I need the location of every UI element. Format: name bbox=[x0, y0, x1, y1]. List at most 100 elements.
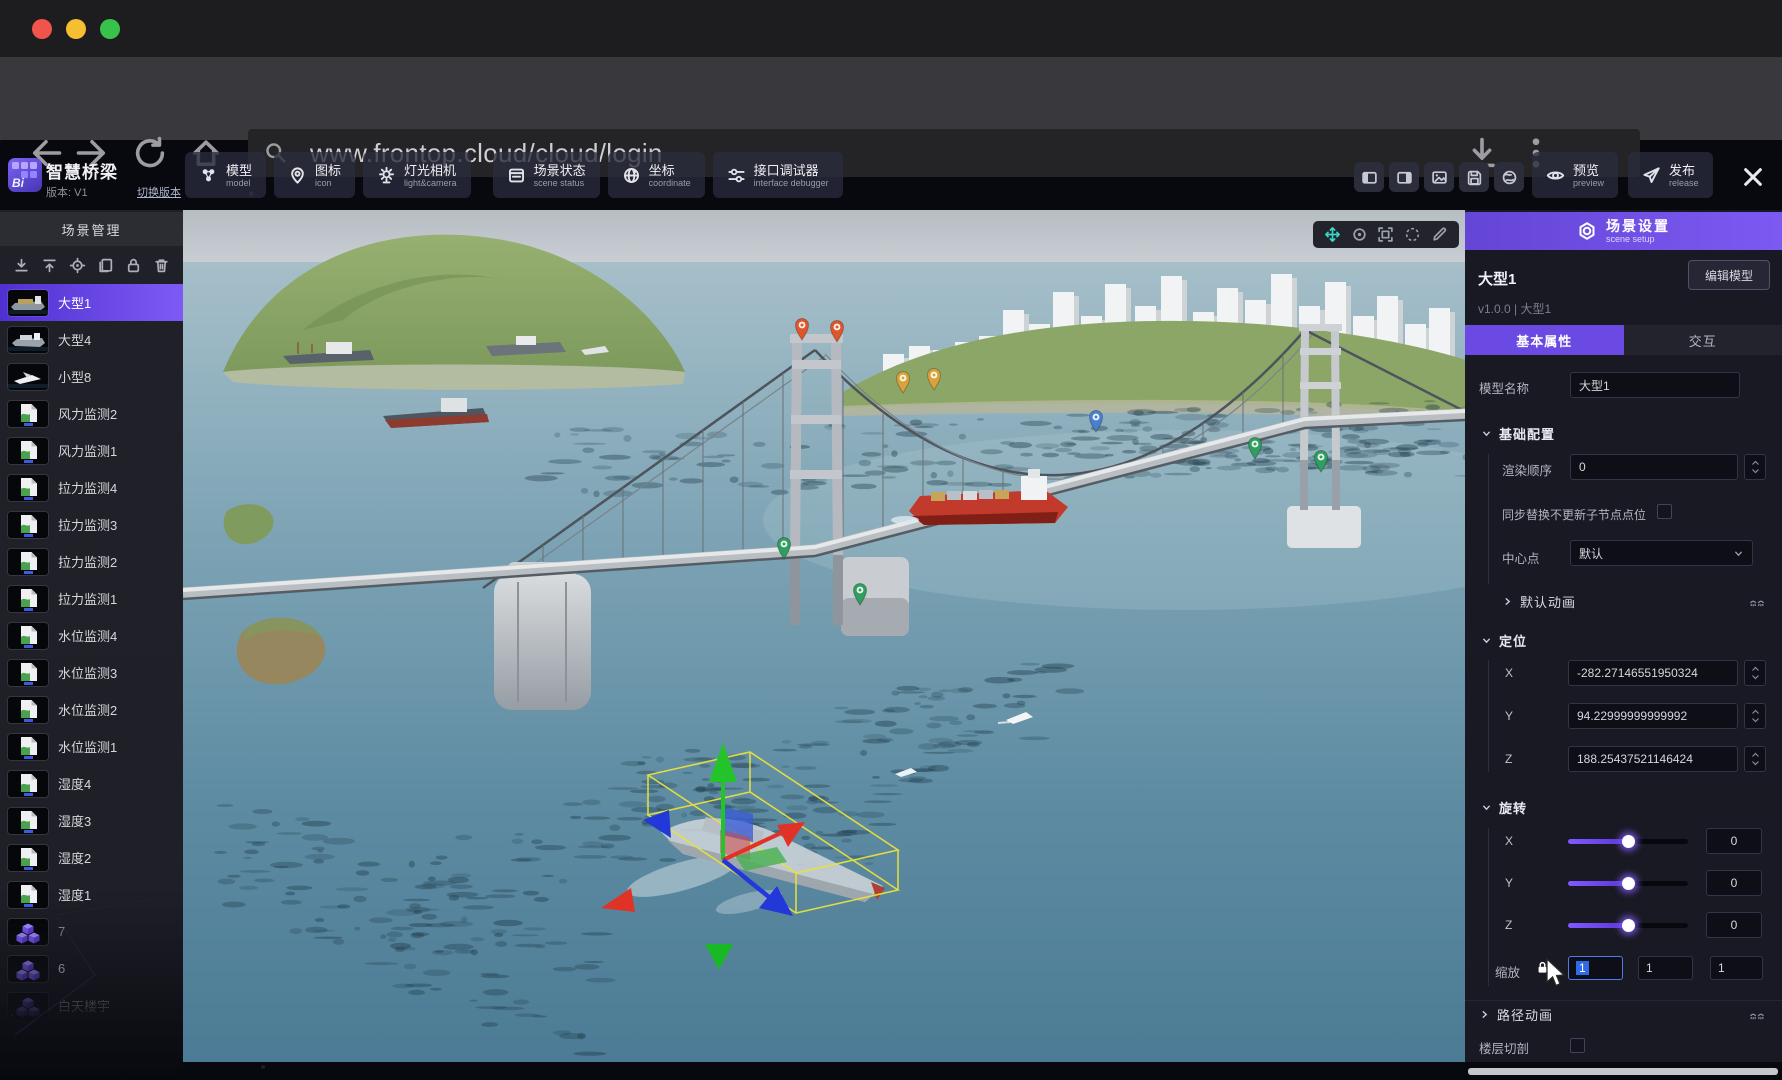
scene-item-8[interactable]: 拉力监测1 bbox=[0, 580, 183, 617]
switch-version-link[interactable]: 切换版本 bbox=[137, 184, 181, 200]
scale-input-1[interactable]: 1 bbox=[1638, 956, 1693, 980]
traffic-light-maximize[interactable] bbox=[100, 19, 120, 39]
scene-item-6[interactable]: 拉力监测3 bbox=[0, 506, 183, 543]
rotation-value-x[interactable]: 0 bbox=[1706, 828, 1762, 854]
position-axis-label-y: Y bbox=[1505, 709, 1513, 723]
light-camera-icon bbox=[377, 166, 396, 185]
position-input-y[interactable]: 94.22999999999992 bbox=[1568, 703, 1738, 729]
scene-item-thumbnail bbox=[8, 734, 48, 760]
sidebar-tool-locate[interactable] bbox=[69, 257, 86, 274]
section-position[interactable]: 定位 bbox=[1481, 631, 1527, 650]
rotation-slider-knob-z[interactable] bbox=[1622, 919, 1635, 932]
save-icon bbox=[1466, 169, 1483, 186]
scene-item-thumbnail bbox=[8, 882, 48, 908]
panel-left-icon bbox=[1361, 169, 1378, 186]
gizmo-tool-move[interactable] bbox=[1324, 226, 1341, 243]
position-input-z[interactable]: 188.25437521146424 bbox=[1568, 746, 1738, 772]
nav-button-scene-status[interactable]: 场景状态scene status bbox=[493, 152, 600, 198]
rotation-value-z[interactable]: 0 bbox=[1706, 912, 1762, 938]
gizmo-tool-rotate[interactable] bbox=[1351, 226, 1368, 243]
nav-label-zh: 坐标 bbox=[649, 163, 691, 178]
scene-manager-sidebar: 场景管理 大型1大型4小型8风力监测2风力监测1拉力监测4拉力监测3拉力监测2拉… bbox=[0, 210, 183, 1080]
save-button[interactable] bbox=[1459, 162, 1489, 192]
gizmo-tool-scale[interactable] bbox=[1377, 226, 1394, 243]
scene-item-4[interactable]: 风力监测1 bbox=[0, 432, 183, 469]
section-path-animation[interactable]: 路径动画 bbox=[1479, 1005, 1553, 1024]
position-stepper-z[interactable] bbox=[1744, 746, 1766, 772]
scene-item-15[interactable]: 湿度2 bbox=[0, 839, 183, 876]
edit-model-button[interactable]: 编辑模型 bbox=[1688, 260, 1770, 290]
gizmo-tool-brush[interactable] bbox=[1431, 226, 1448, 243]
section-default-animation[interactable]: 默认动画 bbox=[1502, 592, 1576, 611]
scene-item-thumbnail bbox=[8, 845, 48, 871]
scale-label: 缩放 bbox=[1495, 962, 1520, 981]
image-button[interactable] bbox=[1424, 162, 1454, 192]
rotation-slider-knob-x[interactable] bbox=[1622, 835, 1635, 848]
globe-button[interactable] bbox=[1494, 162, 1524, 192]
nav-button-light-camera[interactable]: 灯光相机light&camera bbox=[363, 152, 471, 198]
preview-button[interactable]: 预览preview bbox=[1532, 152, 1618, 198]
tab-interaction[interactable]: 交互 bbox=[1624, 325, 1782, 355]
nav-button-coordinate[interactable]: 坐标coordinate bbox=[608, 152, 705, 198]
close-editor-button[interactable] bbox=[1740, 164, 1766, 190]
floor-cut-checkbox[interactable] bbox=[1570, 1038, 1585, 1053]
scene-item-1[interactable]: 大型4 bbox=[0, 321, 183, 358]
center-point-label: 中心点 bbox=[1502, 548, 1540, 567]
nav-label-en: coordinate bbox=[649, 178, 691, 188]
scale-input-0[interactable]: 1 bbox=[1568, 956, 1623, 980]
panel-left-button[interactable] bbox=[1354, 162, 1384, 192]
sidebar-tool-export[interactable] bbox=[41, 257, 58, 274]
scale-input-2[interactable]: 1 bbox=[1710, 956, 1763, 980]
scene-item-9[interactable]: 水位监测4 bbox=[0, 617, 183, 654]
position-input-x[interactable]: -282.27146551950324 bbox=[1568, 660, 1738, 686]
scene-item-10[interactable]: 水位监测3 bbox=[0, 654, 183, 691]
scene-item-3[interactable]: 风力监测2 bbox=[0, 395, 183, 432]
browser-toolbar: www.frontop.cloud/cloud/login bbox=[0, 57, 1782, 140]
nav-label-zh: 场景状态 bbox=[534, 163, 586, 178]
rotation-slider-knob-y[interactable] bbox=[1622, 877, 1635, 890]
render-order-stepper[interactable] bbox=[1744, 454, 1766, 480]
chevron-down-icon bbox=[1733, 548, 1744, 559]
scale-lock-icon[interactable] bbox=[1535, 960, 1550, 975]
model-name-input[interactable]: 大型1 bbox=[1570, 372, 1740, 398]
scene-item-17[interactable]: 7 bbox=[0, 913, 183, 950]
panel-right-button[interactable] bbox=[1389, 162, 1419, 192]
scene-item-0[interactable]: 大型1 bbox=[0, 284, 183, 321]
scene-item-13[interactable]: 湿度4 bbox=[0, 765, 183, 802]
position-stepper-y[interactable] bbox=[1744, 703, 1766, 729]
chevron-right-icon bbox=[1502, 596, 1513, 607]
scene-item-5[interactable]: 拉力监测4 bbox=[0, 469, 183, 506]
sidebar-tool-trash[interactable] bbox=[153, 257, 170, 274]
panel-scrollbar[interactable] bbox=[1468, 1068, 1778, 1075]
scene-item-12[interactable]: 水位监测1 bbox=[0, 728, 183, 765]
scene-item-2[interactable]: 小型8 bbox=[0, 358, 183, 395]
render-order-input[interactable]: 0 bbox=[1570, 454, 1738, 480]
release-button[interactable]: 发布release bbox=[1628, 152, 1713, 198]
scene-item-14[interactable]: 湿度3 bbox=[0, 802, 183, 839]
traffic-light-minimize[interactable] bbox=[66, 19, 86, 39]
gizmo-tool-circle[interactable] bbox=[1404, 226, 1421, 243]
nav-button-interface-debugger[interactable]: 接口调试器interface debugger bbox=[713, 152, 843, 198]
sidebar-tool-copy[interactable] bbox=[97, 257, 114, 274]
tab-basic-properties[interactable]: 基本属性 bbox=[1465, 325, 1624, 355]
nav-label-zh: 图标 bbox=[315, 163, 341, 178]
model-icon bbox=[199, 166, 218, 185]
scene-item-19[interactable]: 白天楼宇 bbox=[0, 987, 183, 1024]
position-stepper-x[interactable] bbox=[1744, 660, 1766, 686]
scene-item-11[interactable]: 水位监测2 bbox=[0, 691, 183, 728]
sidebar-tool-lock[interactable] bbox=[125, 257, 142, 274]
scene-item-7[interactable]: 拉力监测2 bbox=[0, 543, 183, 580]
viewport-3d-scene[interactable] bbox=[183, 210, 1465, 1062]
center-point-select[interactable]: 默认 bbox=[1570, 540, 1753, 566]
sync-replace-checkbox[interactable] bbox=[1657, 504, 1672, 519]
sidebar-tool-import[interactable] bbox=[13, 257, 30, 274]
scene-item-16[interactable]: 湿度1 bbox=[0, 876, 183, 913]
section-rotation[interactable]: 旋转 bbox=[1481, 798, 1527, 817]
nav-button-icon[interactable]: 图标icon bbox=[274, 152, 355, 198]
traffic-light-close[interactable] bbox=[32, 19, 52, 39]
scene-item-18[interactable]: 6 bbox=[0, 950, 183, 987]
section-base-config[interactable]: 基础配置 bbox=[1481, 424, 1555, 443]
nav-button-model[interactable]: 模型model bbox=[185, 152, 266, 198]
render-order-label: 渲染顺序 bbox=[1502, 460, 1552, 479]
rotation-value-y[interactable]: 0 bbox=[1706, 870, 1762, 896]
